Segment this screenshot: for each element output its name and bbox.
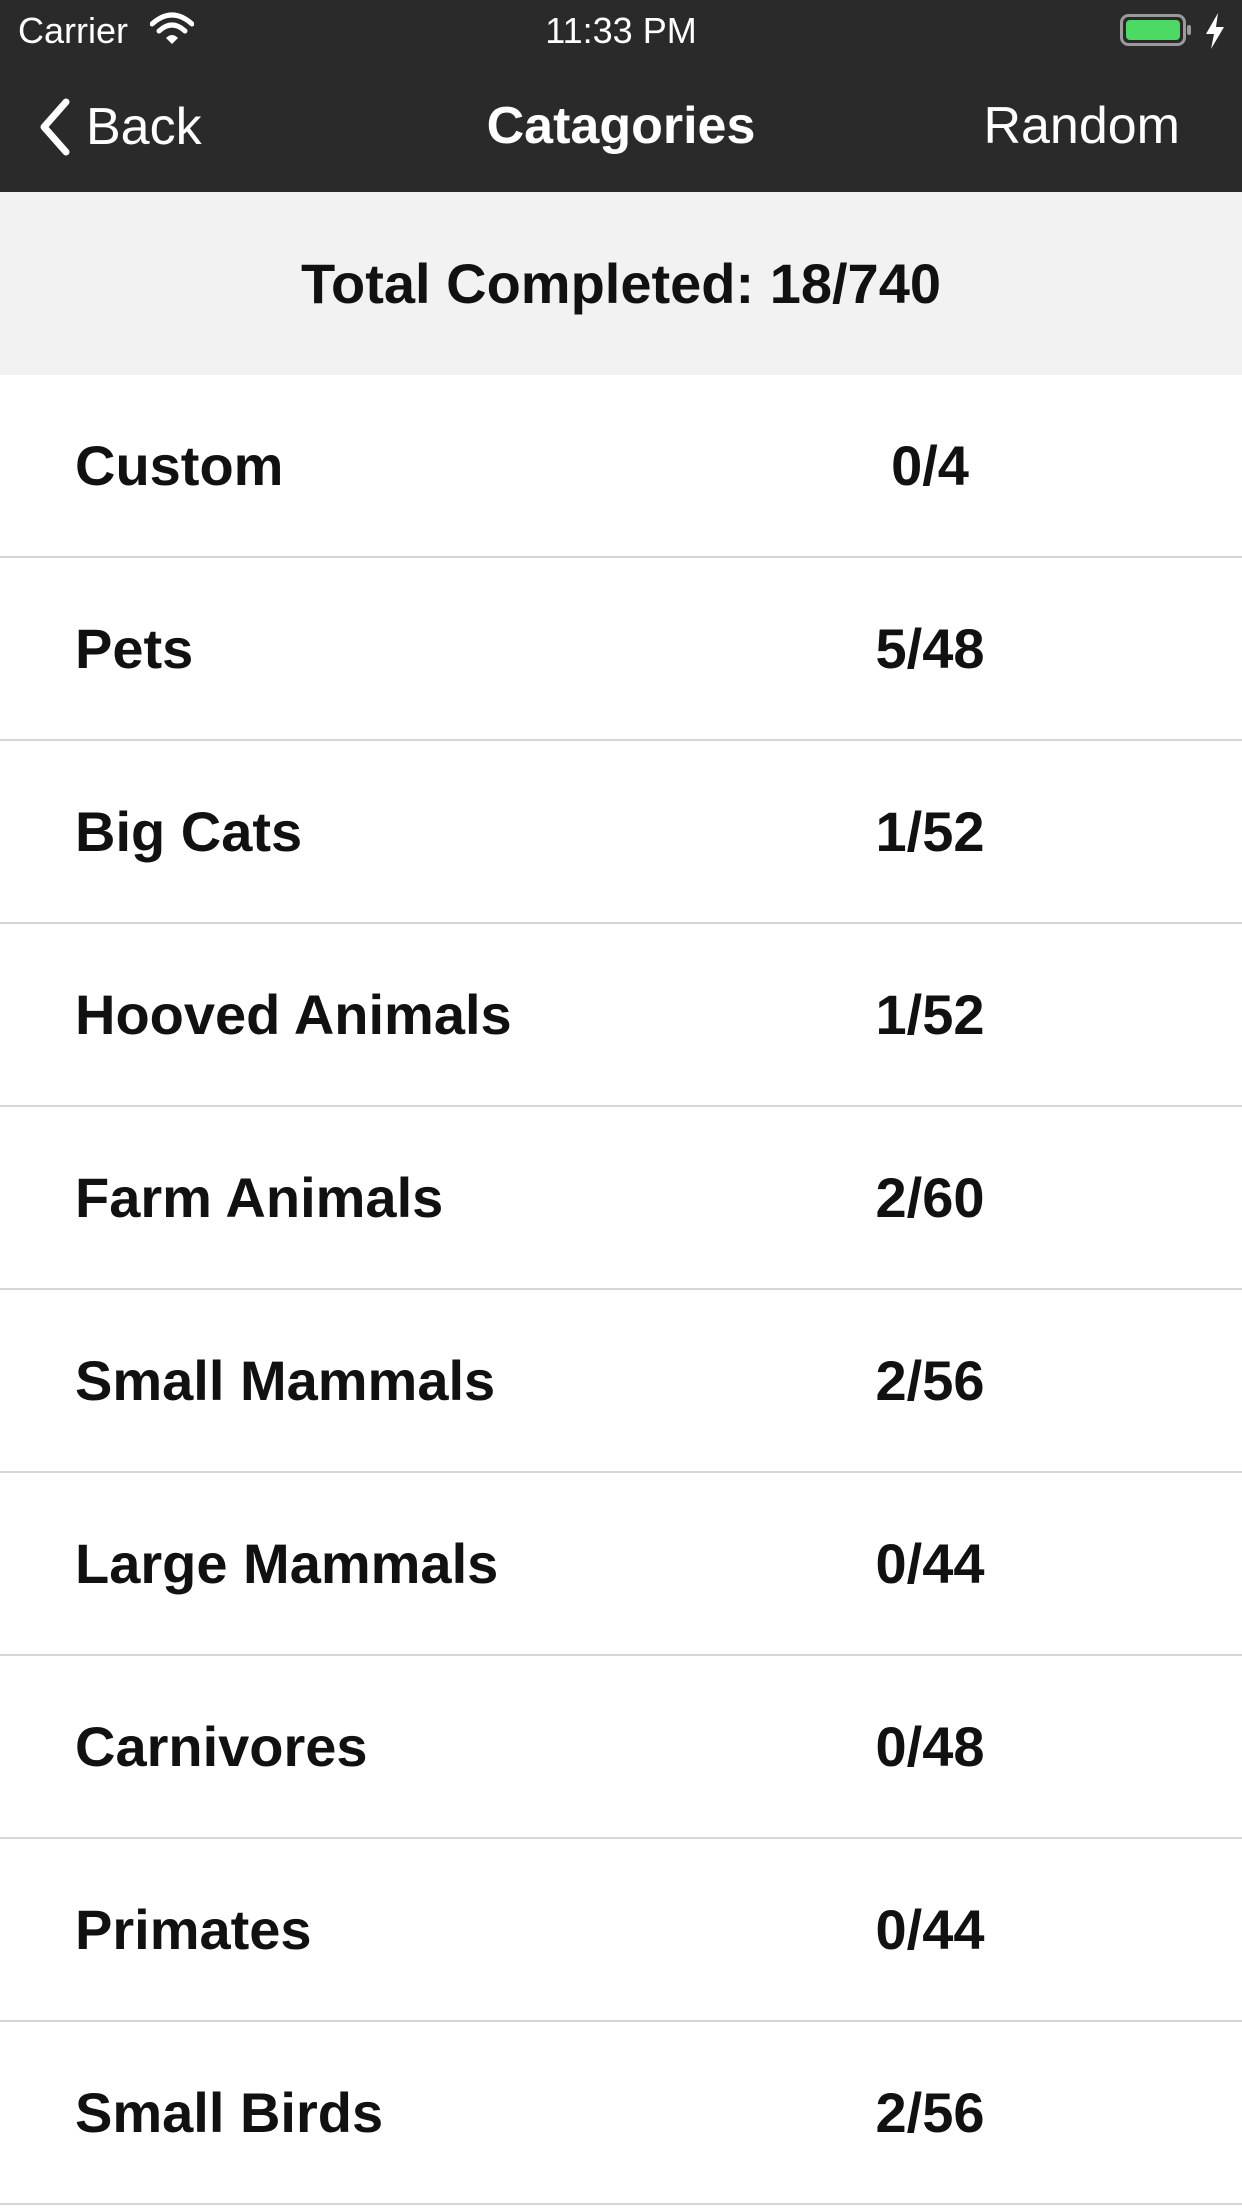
navigation-bar: Back Catagories Random — [0, 62, 1242, 192]
category-name: Small Birds — [75, 2081, 384, 2144]
category-count: 0/48 — [875, 1715, 985, 1778]
category-row-big-cats[interactable]: Big Cats 1/52 — [0, 741, 1242, 924]
category-row-primates[interactable]: Primates 0/44 — [0, 1839, 1242, 2022]
category-count: 1/52 — [875, 800, 985, 863]
category-row-pets[interactable]: Pets 5/48 — [0, 558, 1242, 741]
status-time: 11:33 PM — [545, 10, 697, 51]
category-count: 0/4 — [891, 434, 969, 497]
category-count: 0/44 — [875, 1532, 985, 1595]
status-bar: Carrier 11:33 PM — [0, 0, 1242, 62]
category-list: Custom 0/4 Pets 5/48 Big Cats 1/52 Hoove… — [0, 375, 1242, 2205]
total-completed-label: Total Completed: 18/740 — [300, 252, 941, 315]
category-name: Small Mammals — [75, 1349, 496, 1412]
category-count: 1/52 — [875, 983, 985, 1046]
category-name: Custom — [75, 434, 284, 497]
back-button[interactable]: Back — [36, 92, 202, 162]
category-row-carnivores[interactable]: Carnivores 0/48 — [0, 1656, 1242, 1839]
charging-bolt-icon — [1206, 13, 1224, 49]
category-count: 2/56 — [875, 1349, 985, 1412]
category-name: Primates — [75, 1898, 312, 1961]
battery-icon — [1120, 14, 1191, 46]
category-row-large-mammals[interactable]: Large Mammals 0/44 — [0, 1473, 1242, 1656]
category-name: Farm Animals — [75, 1166, 444, 1229]
category-count: 0/44 — [875, 1898, 985, 1961]
category-name: Large Mammals — [75, 1532, 499, 1595]
back-label: Back — [86, 98, 202, 156]
category-count: 5/48 — [875, 617, 985, 680]
category-name: Big Cats — [75, 800, 303, 863]
category-row-hooved-animals[interactable]: Hooved Animals 1/52 — [0, 924, 1242, 1107]
category-name: Carnivores — [75, 1715, 368, 1778]
random-button[interactable]: Random — [983, 96, 1180, 156]
completion-summary: Total Completed: 18/740 — [0, 192, 1242, 375]
category-row-custom[interactable]: Custom 0/4 — [0, 375, 1242, 558]
category-count: 2/60 — [875, 1166, 985, 1229]
category-name: Hooved Animals — [75, 983, 512, 1046]
category-row-small-mammals[interactable]: Small Mammals 2/56 — [0, 1290, 1242, 1473]
category-row-small-birds[interactable]: Small Birds 2/56 — [0, 2022, 1242, 2205]
category-name: Pets — [75, 617, 194, 680]
chevron-left-icon — [40, 98, 70, 156]
category-count: 2/56 — [875, 2081, 985, 2144]
category-row-farm-animals[interactable]: Farm Animals 2/60 — [0, 1107, 1242, 1290]
